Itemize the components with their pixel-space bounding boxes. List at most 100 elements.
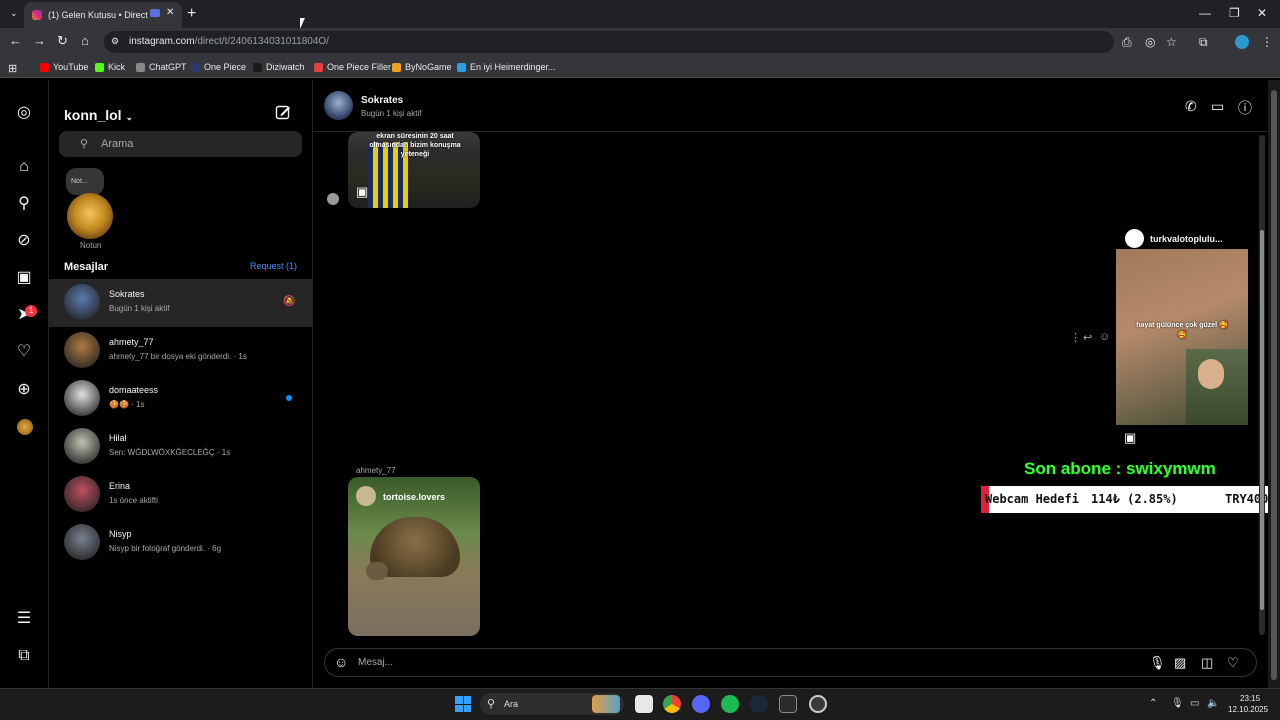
conversation-name: Sokrates bbox=[109, 289, 145, 299]
conversation-info-icon[interactable]: ⓘ bbox=[1238, 98, 1252, 118]
reels-icon[interactable]: ▣ bbox=[15, 269, 33, 287]
close-window-button[interactable]: ✕ bbox=[1257, 6, 1267, 20]
react-emoji-icon[interactable]: ☺ bbox=[1099, 331, 1110, 343]
bookmark-heimerdinger[interactable]: En iyi Heimerdinger... bbox=[457, 62, 556, 72]
volume-icon[interactable]: 🔈 bbox=[1207, 698, 1219, 709]
like-heart-icon[interactable]: ♡ bbox=[1227, 655, 1239, 671]
chrome-icon[interactable] bbox=[663, 695, 681, 713]
conversation-item[interactable]: ahmety_77 ahmety_77 bir dosya eki gönderd… bbox=[49, 327, 313, 375]
emoji-icon[interactable]: ☺ bbox=[334, 654, 348, 670]
username-label: konn_lol bbox=[64, 107, 122, 123]
chat-header bbox=[313, 80, 1268, 132]
profile-avatar-icon[interactable] bbox=[1235, 35, 1249, 49]
url-text[interactable]: instagram.com/direct/t/2406134031011804О… bbox=[129, 36, 329, 47]
account-switcher[interactable]: konn_lol ⌄ bbox=[64, 107, 133, 123]
conversation-preview: 1s önce aktifti bbox=[109, 496, 158, 505]
chat-contact-name[interactable]: Sokrates bbox=[361, 95, 403, 106]
chat-scrollbar-thumb[interactable] bbox=[1260, 230, 1264, 610]
notifications-heart-icon[interactable]: ♡ bbox=[15, 343, 33, 361]
tortoise-head-image bbox=[366, 562, 388, 580]
tab-media-icon bbox=[150, 9, 160, 17]
back-arrow-icon[interactable]: ← bbox=[9, 33, 22, 48]
conversation-item[interactable]: Hilal Sen: WĞDLWÖXKĞECLEĞÇ · 1s bbox=[49, 423, 313, 471]
bookmark-chatgpt[interactable]: ChatGPT bbox=[136, 62, 187, 72]
microphone-icon[interactable]: 🎙 bbox=[1149, 655, 1166, 671]
reload-icon[interactable]: ↻ bbox=[57, 33, 68, 49]
message-placeholder: Mesaj... bbox=[358, 657, 394, 668]
minimize-button[interactable]: — bbox=[1199, 6, 1211, 20]
note-text: Not... bbox=[71, 178, 88, 185]
video-call-icon[interactable]: ▭ bbox=[1211, 98, 1224, 115]
conversation-item[interactable]: Nisyp Nisyp bir fotoğraf gönderdi. · 6g bbox=[49, 519, 313, 567]
epic-games-icon[interactable] bbox=[779, 695, 797, 713]
bookmark-kick[interactable]: Kick bbox=[95, 62, 125, 72]
taskbar-clock-date[interactable]: 12.10.2025 bbox=[1228, 705, 1268, 714]
tab-list-chevron-icon[interactable]: ⌄ bbox=[10, 8, 18, 19]
explore-compass-icon[interactable]: ⊘ bbox=[15, 232, 33, 250]
bookmark-label: ChatGPT bbox=[149, 62, 187, 72]
requests-link[interactable]: Request (1) bbox=[250, 261, 297, 271]
chatgpt-icon bbox=[136, 62, 145, 72]
message-input[interactable] bbox=[324, 648, 1257, 677]
conversation-item[interactable]: Erina 1s önce aktifti bbox=[49, 471, 313, 519]
conversation-item[interactable]: Sokrates Bugün 1 kişi aktif 🔕 bbox=[49, 279, 313, 327]
note-avatar[interactable] bbox=[67, 193, 113, 239]
install-app-icon[interactable]: ⎙ bbox=[1122, 35, 1132, 50]
conversation-preview: 🍪🍪 · 1s bbox=[109, 400, 145, 409]
reel-account-name[interactable]: tortoise.lovers bbox=[383, 492, 445, 502]
bookmark-one-piece-filler[interactable]: One Piece Filler bbox=[314, 62, 391, 72]
bookmark-one-piece[interactable]: One Piece bbox=[191, 62, 246, 72]
search-input[interactable] bbox=[59, 131, 302, 157]
audio-call-icon[interactable]: ✆ bbox=[1185, 98, 1197, 115]
site-info-icon[interactable]: ⚙ bbox=[111, 36, 119, 47]
messages-heading: Mesajlar bbox=[64, 261, 109, 273]
show-hidden-icons-chevron-icon[interactable]: ⌃ bbox=[1149, 698, 1157, 709]
new-tab-button[interactable]: + bbox=[187, 5, 196, 23]
bookmark-youtube[interactable]: YouTube bbox=[40, 62, 88, 72]
profile-nav-avatar[interactable] bbox=[17, 419, 33, 435]
extensions-icon[interactable]: ⧉ bbox=[1199, 35, 1208, 50]
shared-reel-2[interactable]: hayat gülünce çok güzel 🥰🥰 bbox=[1116, 249, 1248, 425]
steam-icon[interactable] bbox=[750, 695, 768, 713]
bookmark-star-icon[interactable]: ☆ bbox=[1166, 35, 1177, 49]
chat-avatar[interactable] bbox=[324, 91, 353, 120]
sticker-icon[interactable]: ◫ bbox=[1201, 655, 1213, 671]
bookmark-label: YouTube bbox=[53, 62, 89, 72]
eye-off-icon[interactable]: ◎ bbox=[1145, 35, 1155, 49]
new-message-compose-icon[interactable] bbox=[275, 104, 291, 120]
home-icon[interactable]: ⌂ bbox=[81, 33, 89, 48]
bookmark-label: ByNoGame bbox=[405, 62, 452, 72]
file-explorer-icon[interactable] bbox=[635, 695, 653, 713]
more-menu-icon[interactable]: ☰ bbox=[15, 610, 33, 628]
windows-start-icon[interactable] bbox=[455, 696, 471, 712]
taskbar-clock-time[interactable]: 23:15 bbox=[1240, 694, 1260, 703]
search-highlight-icon[interactable] bbox=[592, 695, 620, 713]
conversation-name: ahmety_77 bbox=[109, 337, 154, 347]
home-nav-icon[interactable]: ⌂ bbox=[15, 158, 33, 176]
note-bubble[interactable]: Not... bbox=[66, 168, 104, 195]
reply-icon[interactable]: ↩ bbox=[1083, 331, 1092, 344]
instagram-logo-icon[interactable]: ◎ bbox=[15, 104, 33, 122]
menu-dots-icon[interactable]: ⋮ bbox=[1261, 35, 1273, 49]
spotify-icon[interactable] bbox=[721, 695, 739, 713]
riot-client-icon[interactable] bbox=[809, 695, 827, 713]
bookmark-diziwatch[interactable]: Diziwatch bbox=[253, 62, 305, 72]
page-scrollbar-thumb[interactable] bbox=[1271, 90, 1277, 680]
maximize-button[interactable]: ❐ bbox=[1229, 6, 1240, 20]
forward-arrow-icon[interactable]: → bbox=[33, 33, 46, 48]
streamer-face-image bbox=[1198, 359, 1224, 389]
more-options-icon[interactable]: ⋮ bbox=[1070, 331, 1081, 344]
network-icon[interactable]: ▭ bbox=[1190, 698, 1199, 709]
tray-microphone-icon[interactable]: 🎙 bbox=[1171, 698, 1184, 709]
apps-grid-icon[interactable]: ⊞ bbox=[8, 62, 17, 75]
discord-icon[interactable] bbox=[692, 695, 710, 713]
image-upload-icon[interactable]: ▨ bbox=[1174, 655, 1186, 671]
tab-close-button[interactable]: ✕ bbox=[166, 7, 174, 18]
bookmark-bynogame[interactable]: ByNoGame bbox=[392, 62, 452, 72]
conversation-item[interactable]: domaateess 🍪🍪 · 1s bbox=[49, 375, 313, 423]
reel-account-name[interactable]: turkvalotoplulu... bbox=[1150, 234, 1223, 244]
create-plus-icon[interactable]: ⊕ bbox=[15, 381, 33, 399]
search-nav-icon[interactable]: ⚲ bbox=[15, 195, 33, 213]
also-from-meta-icon[interactable]: ⧉ bbox=[15, 647, 33, 665]
taskbar-search-icon: ⚲ bbox=[487, 698, 496, 710]
